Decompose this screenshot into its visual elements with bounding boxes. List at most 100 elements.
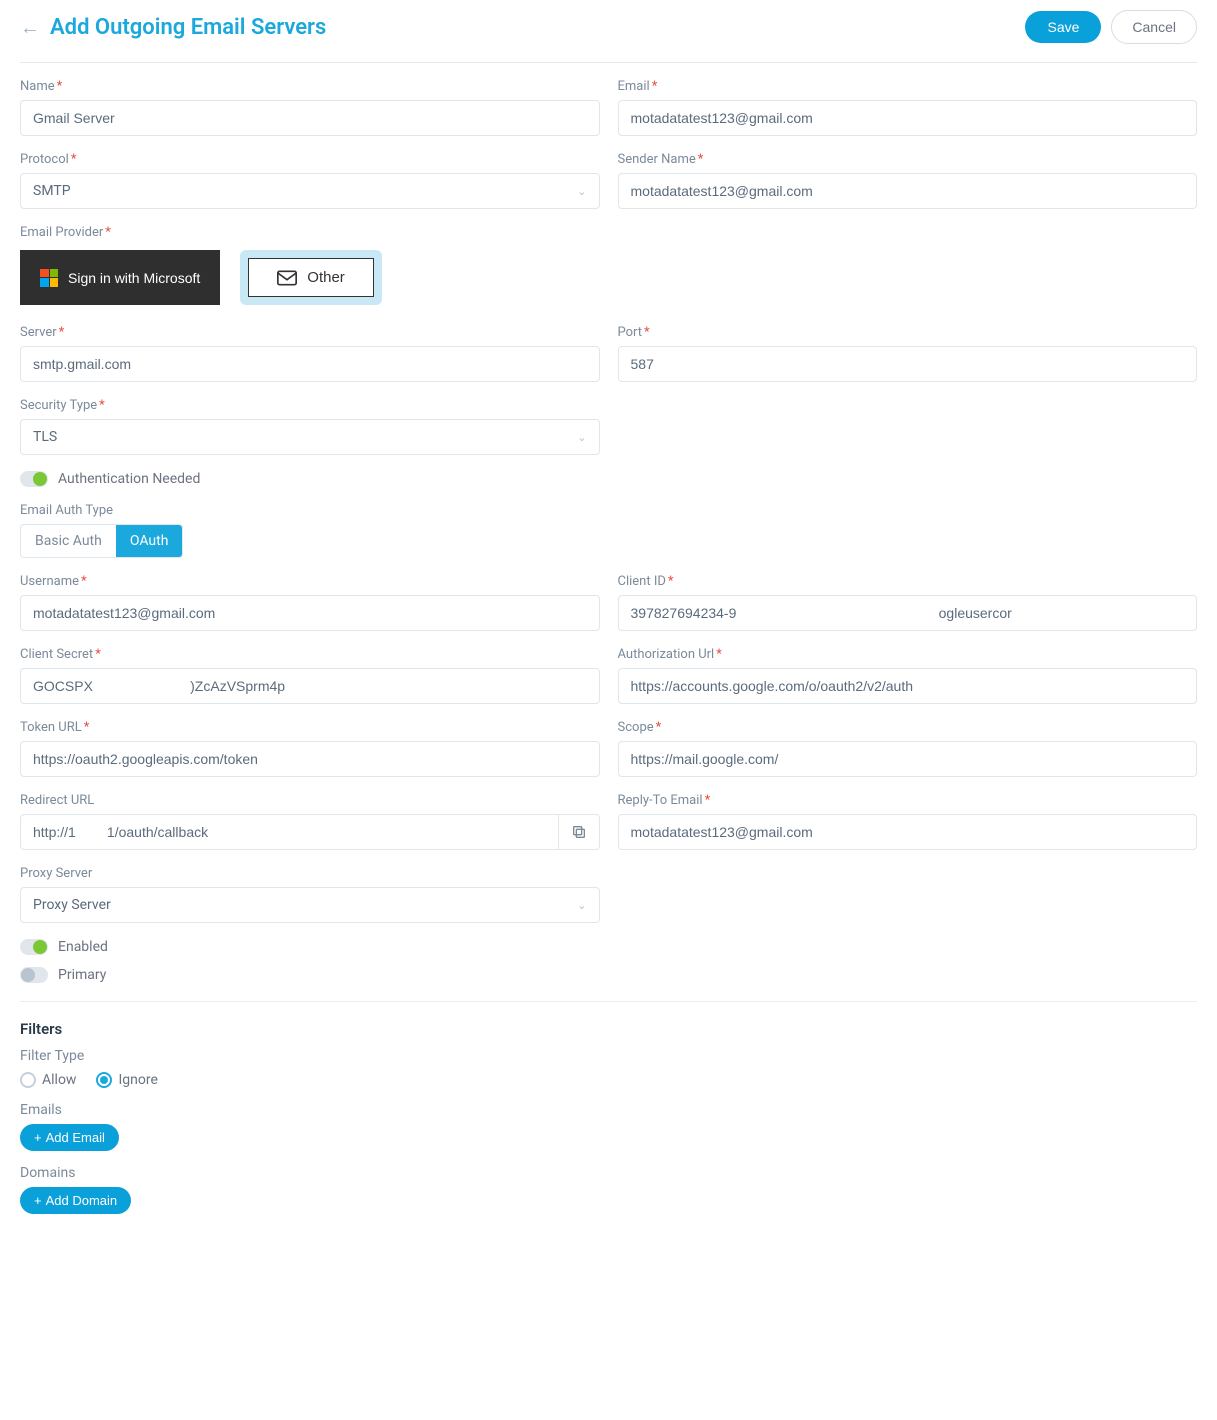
token-url-field-group: Token URL [20, 720, 600, 777]
filter-ignore-label: Ignore [118, 1072, 157, 1088]
save-button[interactable]: Save [1025, 11, 1101, 43]
reply-to-input[interactable] [618, 814, 1198, 850]
port-field-group: Port [618, 325, 1198, 382]
auth-needed-row: Authentication Needed [20, 471, 1197, 487]
back-arrow-icon[interactable]: ← [20, 15, 40, 40]
microsoft-signin-button[interactable]: Sign in with Microsoft [20, 250, 220, 305]
port-label: Port [618, 325, 1198, 340]
email-provider-label: Email Provider [20, 225, 1197, 240]
port-input[interactable] [618, 346, 1198, 382]
redirect-url-field-group: Redirect URL [20, 793, 600, 850]
client-id-label: Client ID [618, 574, 1198, 589]
protocol-field-group: Protocol SMTP ⌄ [20, 152, 600, 209]
filter-domains-label: Domains [20, 1165, 1197, 1181]
filter-ignore-option[interactable]: Ignore [96, 1072, 157, 1088]
security-type-label: Security Type [20, 398, 600, 413]
other-provider-label: Other [307, 269, 345, 286]
email-auth-type-label: Email Auth Type [20, 503, 1197, 518]
radio-icon [96, 1072, 112, 1088]
plus-icon: + [34, 1193, 42, 1208]
divider [20, 1001, 1197, 1002]
scope-field-group: Scope [618, 720, 1198, 777]
copy-icon [571, 824, 587, 840]
basic-auth-tab[interactable]: Basic Auth [21, 525, 116, 557]
filter-emails-group: Emails + Add Email [20, 1102, 1197, 1151]
auth-url-input[interactable] [618, 668, 1198, 704]
proxy-server-select[interactable]: Proxy Server ⌄ [20, 887, 600, 923]
add-domain-label: Add Domain [46, 1193, 118, 1208]
header-actions: Save Cancel [1025, 10, 1197, 44]
header-left: ← Add Outgoing Email Servers [20, 15, 326, 40]
client-secret-field-group: Client Secret [20, 647, 600, 704]
reply-to-label: Reply-To Email [618, 793, 1198, 808]
security-type-field-group: Security Type TLS ⌄ [20, 398, 600, 455]
client-id-input[interactable] [618, 595, 1198, 631]
filter-type-label: Filter Type [20, 1048, 1197, 1064]
chevron-down-icon: ⌄ [577, 185, 586, 198]
radio-icon [20, 1072, 36, 1088]
security-type-value: TLS [33, 429, 57, 445]
add-domain-button[interactable]: + Add Domain [20, 1187, 131, 1214]
primary-row: Primary [20, 967, 1197, 983]
filter-emails-label: Emails [20, 1102, 1197, 1118]
server-input[interactable] [20, 346, 600, 382]
chevron-down-icon: ⌄ [577, 431, 586, 444]
name-input[interactable] [20, 100, 600, 136]
copy-redirect-url-button[interactable] [558, 814, 600, 850]
email-field-group: Email [618, 79, 1198, 136]
scope-input[interactable] [618, 741, 1198, 777]
auth-type-tabs: Basic Auth OAuth [20, 524, 183, 558]
client-secret-input[interactable] [20, 668, 600, 704]
filters-title: Filters [20, 1020, 1197, 1038]
proxy-server-field-group: Proxy Server Proxy Server ⌄ [20, 866, 600, 923]
microsoft-logo-icon [40, 269, 58, 287]
scope-label: Scope [618, 720, 1198, 735]
protocol-select[interactable]: SMTP ⌄ [20, 173, 600, 209]
proxy-server-value: Proxy Server [33, 897, 111, 913]
username-label: Username [20, 574, 600, 589]
filter-type-radios: Allow Ignore [20, 1072, 1197, 1088]
provider-options: Sign in with Microsoft Other [20, 246, 1197, 309]
oauth-tab[interactable]: OAuth [116, 525, 183, 557]
mail-icon [277, 270, 297, 286]
email-label: Email [618, 79, 1198, 94]
redirect-url-input[interactable] [20, 814, 558, 850]
token-url-label: Token URL [20, 720, 600, 735]
security-type-select[interactable]: TLS ⌄ [20, 419, 600, 455]
username-input[interactable] [20, 595, 600, 631]
client-secret-label: Client Secret [20, 647, 600, 662]
add-email-label: Add Email [46, 1130, 105, 1145]
filter-type-group: Filter Type Allow Ignore [20, 1048, 1197, 1088]
plus-icon: + [34, 1130, 42, 1145]
enabled-toggle[interactable] [20, 939, 48, 955]
cancel-button[interactable]: Cancel [1111, 10, 1197, 44]
auth-url-label: Authorization Url [618, 647, 1198, 662]
server-field-group: Server [20, 325, 600, 382]
form-grid: Name Email Protocol SMTP ⌄ Sender Name E… [20, 79, 1197, 983]
reply-to-field-group: Reply-To Email [618, 793, 1198, 850]
filter-allow-option[interactable]: Allow [20, 1072, 76, 1088]
protocol-label: Protocol [20, 152, 600, 167]
toggles-group: Enabled Primary [20, 939, 1197, 983]
primary-toggle[interactable] [20, 967, 48, 983]
email-provider-group: Email Provider Sign in with Microsoft Ot… [20, 225, 1197, 309]
sender-name-input[interactable] [618, 173, 1198, 209]
auth-needed-label: Authentication Needed [58, 471, 200, 487]
redirect-url-label: Redirect URL [20, 793, 600, 808]
email-auth-type-group: Email Auth Type Basic Auth OAuth [20, 503, 1197, 558]
microsoft-signin-label: Sign in with Microsoft [68, 270, 200, 286]
email-input[interactable] [618, 100, 1198, 136]
chevron-down-icon: ⌄ [577, 899, 586, 912]
username-field-group: Username [20, 574, 600, 631]
filters-section: Filters Filter Type Allow Ignore Emails … [20, 1020, 1197, 1214]
other-provider-button[interactable]: Other [248, 258, 374, 297]
filter-domains-group: Domains + Add Domain [20, 1165, 1197, 1214]
redirect-url-input-wrap [20, 814, 600, 850]
add-email-button[interactable]: + Add Email [20, 1124, 119, 1151]
sender-name-label: Sender Name [618, 152, 1198, 167]
enabled-label: Enabled [58, 939, 108, 955]
enabled-row: Enabled [20, 939, 1197, 955]
token-url-input[interactable] [20, 741, 600, 777]
sender-name-field-group: Sender Name [618, 152, 1198, 209]
auth-needed-toggle[interactable] [20, 471, 48, 487]
